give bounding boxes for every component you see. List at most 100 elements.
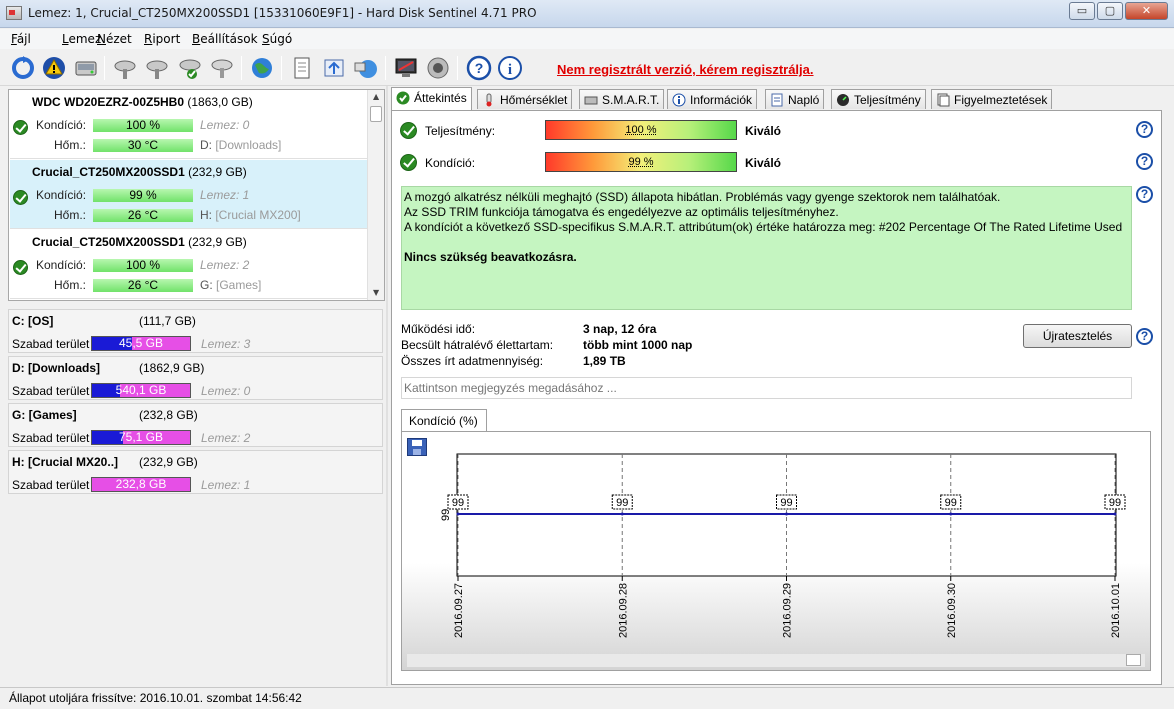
condition-bar: 100 % — [93, 119, 193, 132]
temperature-label: Hőm.: — [54, 278, 87, 292]
help-icon[interactable]: ? — [1136, 121, 1153, 138]
disk-list-scrollbar[interactable]: ▲ ▼ — [367, 90, 384, 300]
data-label: 99 — [1109, 497, 1121, 509]
data-point — [456, 512, 460, 516]
minimize-button[interactable]: ▭ — [1069, 2, 1095, 20]
scroll-thumb[interactable] — [1126, 654, 1141, 666]
chart-tab-condition[interactable]: Kondíció (%) — [401, 409, 487, 432]
close-button[interactable]: ✕ — [1125, 2, 1168, 20]
help-icon[interactable]: ? — [466, 55, 492, 81]
total-written-label: Összes írt adatmennyiség: — [401, 354, 544, 368]
tab-information[interactable]: Információk — [667, 89, 758, 109]
info-icon — [672, 93, 686, 107]
free-space-bar: 232,8 GB — [91, 477, 191, 492]
note-input[interactable]: Kattintson megjegyzés megadásához ... — [401, 377, 1132, 399]
disk-item-2[interactable]: Crucial_CT250MX200SSD1 (232,9 GB) Kondíc… — [10, 230, 367, 299]
info-icon[interactable]: i — [497, 55, 523, 81]
tab-smart[interactable]: S.M.A.R.T. — [579, 89, 665, 109]
data-label: 99 — [780, 497, 792, 509]
tab-overview[interactable]: Áttekintés — [391, 87, 472, 110]
title-bar: Lemez: 1, Crucial_CT250MX200SSD1 [153310… — [0, 0, 1174, 28]
disk-item-1[interactable]: Crucial_CT250MX200SSD1 (232,9 GB) Kondíc… — [10, 160, 367, 229]
network-icon[interactable] — [353, 55, 379, 81]
send-icon[interactable] — [321, 55, 347, 81]
partition-disk: Lemez: 2 — [201, 431, 251, 445]
help-icon[interactable]: ? — [1136, 153, 1153, 170]
log-icon — [771, 93, 783, 107]
partition-size: (232,8 GB) — [139, 408, 198, 422]
x-tick-label: 2016.09.29 — [782, 583, 794, 638]
condition-bar: 99 % — [93, 189, 193, 202]
data-label: 99 — [945, 497, 957, 509]
status-ok-icon — [13, 260, 28, 275]
partition-size: (1862,9 GB) — [139, 361, 205, 375]
disk-name: WDC WD20EZRZ-00Z5HB0 (1863,0 GB) — [32, 95, 253, 109]
last-refresh-text: Állapot utoljára frissítve: 2016.10.01. … — [9, 691, 302, 705]
x-tick-label: 2016.09.30 — [946, 583, 958, 638]
globe-icon[interactable] — [249, 55, 275, 81]
info-line: A kondíciót a következő SSD-specifikus S… — [404, 220, 1123, 234]
temperature-label: Hőm.: — [54, 138, 87, 152]
partition-item[interactable]: C: [OS] (111,7 GB) Szabad terület 45,5 G… — [8, 309, 383, 353]
scroll-thumb[interactable] — [370, 106, 382, 122]
disk-settings-icon[interactable] — [209, 55, 235, 81]
drive-info: H: [Crucial MX200] — [200, 208, 301, 222]
x-tick-label: 2016.09.28 — [617, 583, 629, 638]
disk-list: WDC WD20EZRZ-00Z5HB0 (1863,0 GB) Kondíci… — [8, 89, 385, 301]
disk-icon[interactable] — [73, 55, 99, 81]
menu-help[interactable]: Súgó — [262, 32, 292, 46]
health-bar: 99 % — [545, 152, 737, 172]
menu-report[interactable]: Riport — [144, 32, 180, 46]
menu-disk[interactable]: Lemez — [62, 32, 101, 46]
status-description: A mozgó alkatrész nélküli meghajtó (SSD)… — [401, 186, 1132, 310]
menu-view[interactable]: Nézet — [97, 32, 132, 46]
sound-icon[interactable] — [425, 55, 451, 81]
data-point — [785, 512, 788, 516]
registration-link[interactable]: Nem regisztrált verzió, kérem regisztrál… — [557, 62, 814, 77]
maximize-button[interactable]: ▢ — [1097, 2, 1123, 20]
tab-alerts[interactable]: Figyelmeztetések — [931, 89, 1053, 109]
partition-item[interactable]: H: [Crucial MX20..] (232,9 GB) Szabad te… — [8, 450, 383, 494]
info-action: Nincs szükség beavatkozásra. — [404, 250, 577, 264]
condition-label: Kondíció: — [36, 188, 87, 202]
warning-icon[interactable] — [41, 55, 67, 81]
tab-temperature[interactable]: Hőmérséklet — [477, 89, 573, 109]
disk-check-icon[interactable] — [144, 55, 170, 81]
monitor-icon[interactable] — [393, 55, 419, 81]
disk-item-0[interactable]: WDC WD20EZRZ-00Z5HB0 (1863,0 GB) Kondíci… — [10, 90, 367, 159]
chart-scrollbar[interactable] — [407, 654, 1145, 667]
partition-name: G: [Games] — [12, 408, 77, 422]
health-row: Kondíció: 99 % Kiváló ? — [392, 152, 1162, 176]
overview-panel: Teljesítmény: 100 % Kiváló ? Kondíció: 9… — [391, 110, 1162, 685]
disk-ok-icon[interactable] — [177, 55, 203, 81]
temperature-bar: 30 °C — [93, 139, 193, 152]
scroll-up-icon[interactable]: ▲ — [373, 92, 379, 101]
partition-size: (232,9 GB) — [139, 455, 198, 469]
document-icon[interactable] — [289, 55, 315, 81]
svg-text:?: ? — [475, 60, 484, 76]
menu-settings[interactable]: Beállítások — [192, 32, 258, 46]
refresh-icon[interactable] — [10, 55, 36, 81]
menu-file[interactable]: Fájl — [11, 32, 31, 46]
partition-name: C: [OS] — [12, 314, 54, 328]
help-icon[interactable]: ? — [1136, 186, 1153, 203]
disk-index: Lemez: 0 — [200, 118, 250, 132]
panel-splitter[interactable] — [386, 86, 388, 686]
retest-button[interactable]: Újratesztelés — [1023, 324, 1132, 348]
health-label: Kondíció: — [425, 156, 476, 170]
temperature-bar: 26 °C — [93, 279, 193, 292]
help-icon[interactable]: ? — [1136, 328, 1153, 345]
health-rating: Kiváló — [745, 156, 782, 170]
tab-performance[interactable]: Teljesítmény — [831, 89, 926, 109]
partition-item[interactable]: D: [Downloads] (1862,9 GB) Szabad terüle… — [8, 356, 383, 400]
remaining-life-label: Becsült hátralévő élettartam: — [401, 338, 554, 352]
scroll-down-icon[interactable]: ▼ — [373, 288, 379, 297]
tab-log[interactable]: Napló — [765, 89, 825, 109]
status-bar: Állapot utoljára frissítve: 2016.10.01. … — [0, 687, 1174, 709]
condition-chart: 2016.09.27 2016.09.28 2016.09.29 2016.09.30… — [401, 431, 1151, 671]
data-point — [949, 512, 953, 516]
disk-check-icon[interactable] — [112, 55, 138, 81]
partition-item[interactable]: G: [Games] (232,8 GB) Szabad terület 75,… — [8, 403, 383, 447]
x-tick-label: 2016.10.01 — [1110, 583, 1122, 638]
y-tick-label: 99 — [440, 509, 452, 521]
